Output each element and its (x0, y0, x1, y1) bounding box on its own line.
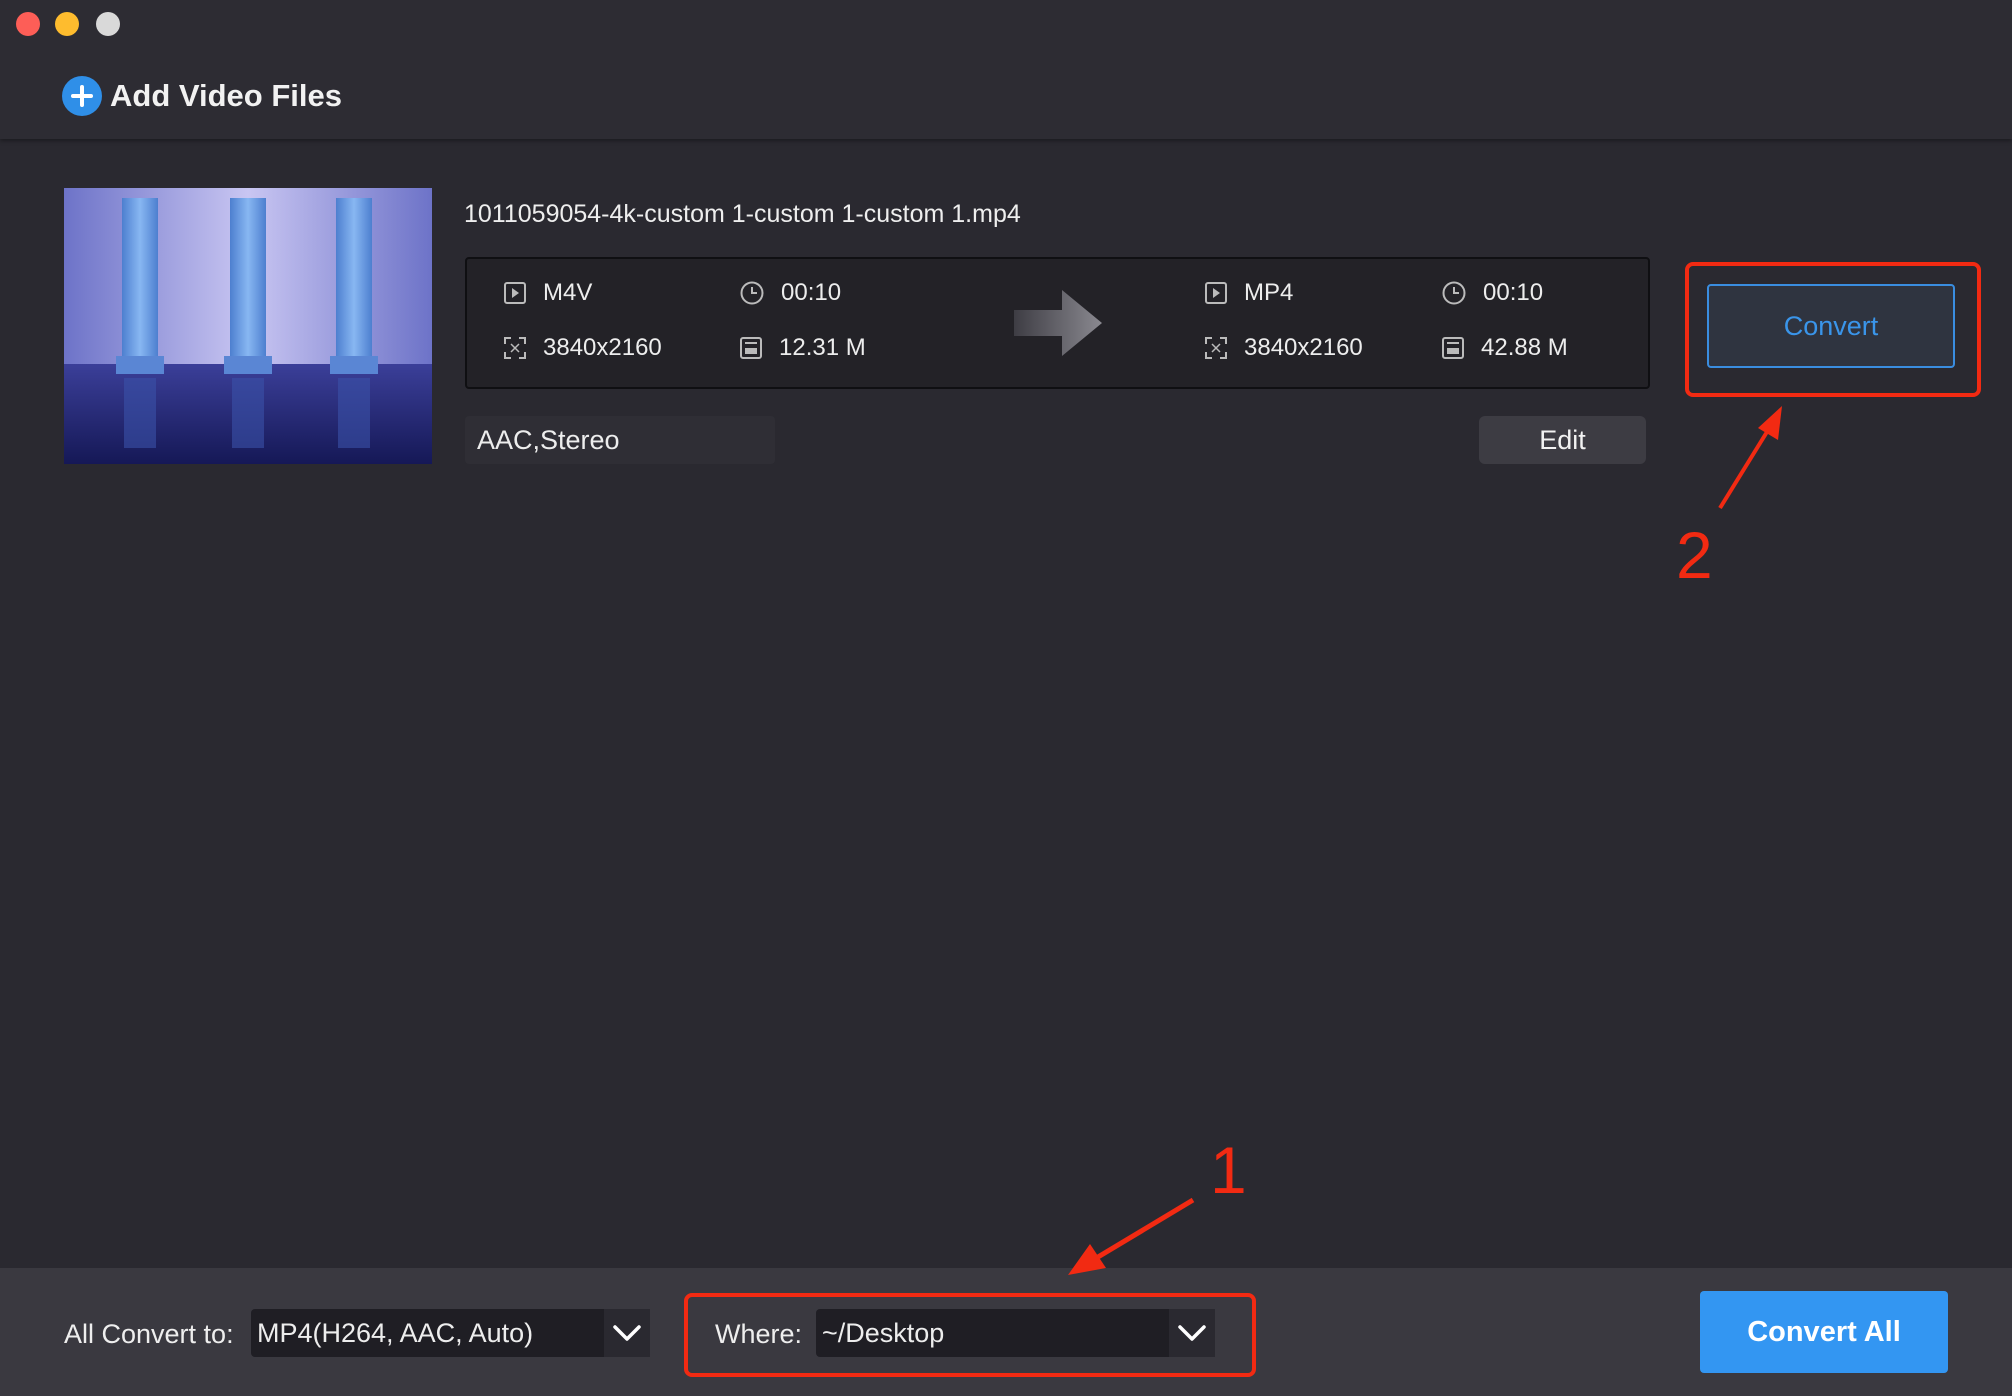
annotation-step-1: 1 (1210, 1133, 1247, 1207)
annotation-arrowhead (1068, 1244, 1106, 1275)
annotation-step-2: 2 (1676, 518, 1713, 592)
annotation-arrows (1068, 406, 1782, 1275)
annotation-arrowhead (1758, 406, 1782, 440)
